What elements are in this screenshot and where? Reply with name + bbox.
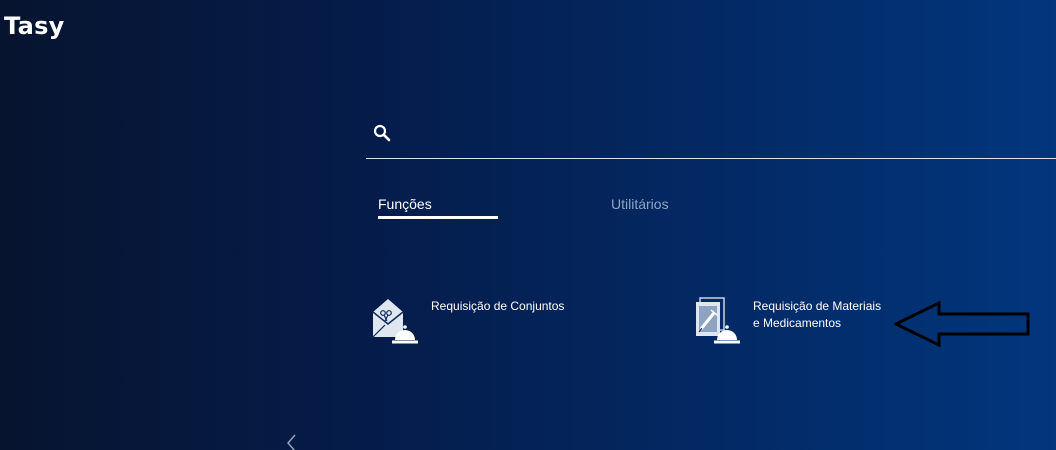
function-label: Requisição de Conjuntos [431,299,565,313]
function-label-line1: Requisição de Materiais [753,299,882,313]
search-input[interactable] [402,120,1046,150]
function-requisicao-conjuntos[interactable]: Requisição de Conjuntos [372,296,612,346]
tab-funcoes[interactable]: Funções [378,196,432,212]
function-label-line2: e Medicamentos [753,316,842,330]
function-label: Requisição de Materiais e Medicamentos [753,298,881,332]
active-tab-indicator [378,216,498,219]
chevron-left-icon[interactable] [284,434,298,450]
function-requisicao-materiais-medicamentos[interactable]: Requisição de Materiais e Medicamentos [694,296,894,346]
search-icon[interactable] [373,124,391,142]
document-syringe-bell-icon [696,297,740,344]
arrow-left-outline-icon [894,300,1030,348]
app-title: Tasy [4,12,65,40]
envelope-scissors-bell-icon [372,299,418,344]
search-bar[interactable] [366,112,1056,159]
tab-utilitarios[interactable]: Utilitários [611,196,669,212]
